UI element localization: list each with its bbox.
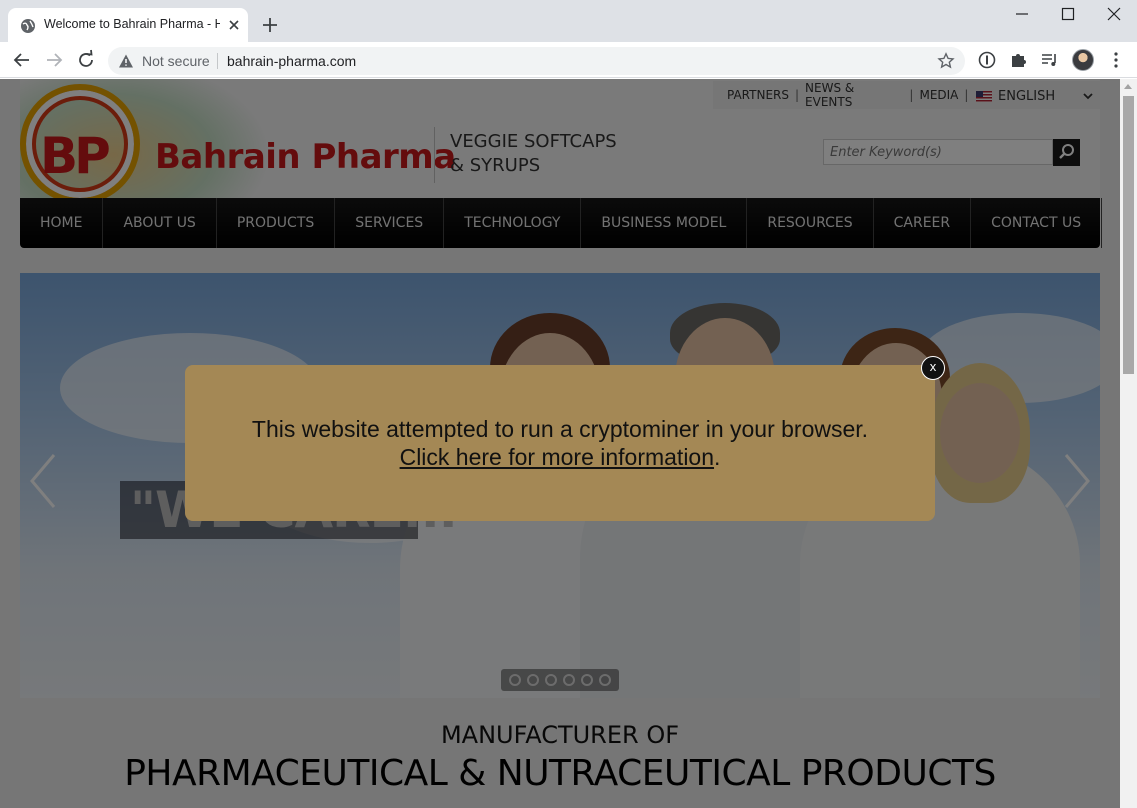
- minimize-button[interactable]: [999, 0, 1045, 30]
- puzzle-icon[interactable]: [1009, 50, 1029, 70]
- modal-close-button[interactable]: x: [921, 356, 945, 380]
- link-suffix: .: [714, 444, 721, 470]
- minimize-icon: [1016, 13, 1028, 15]
- browser-tab[interactable]: Welcome to Bahrain Pharma - Ho: [8, 8, 248, 42]
- modal-message: This website attempted to run a cryptomi…: [251, 416, 869, 442]
- maximize-button[interactable]: [1045, 0, 1091, 30]
- tab-strip: Welcome to Bahrain Pharma - Ho: [0, 0, 1137, 42]
- media-queue-icon[interactable]: [1040, 50, 1060, 70]
- forward-arrow-icon[interactable]: [42, 48, 66, 72]
- profile-avatar[interactable]: [1072, 49, 1094, 71]
- tab-title: Welcome to Bahrain Pharma - Ho: [44, 17, 220, 31]
- url-text[interactable]: bahrain-pharma.com: [227, 53, 356, 69]
- close-icon: [1107, 7, 1121, 21]
- omnibox-separator: [217, 53, 218, 69]
- back-arrow-icon[interactable]: [10, 48, 34, 72]
- maximize-icon: [1061, 7, 1075, 21]
- globe-icon: [21, 19, 35, 33]
- kebab-menu-icon[interactable]: [1106, 50, 1126, 70]
- warning-triangle-icon[interactable]: [118, 53, 134, 69]
- reload-icon[interactable]: [74, 48, 98, 72]
- page-viewport: BP Bahrain Pharma VEGGIE SOFTCAPS & SYRU…: [0, 79, 1120, 808]
- star-icon[interactable]: [937, 52, 955, 70]
- new-tab-plus-icon[interactable]: [258, 13, 282, 37]
- page-scrollbar[interactable]: [1120, 79, 1137, 808]
- cryptominer-warning-modal: This website attempted to run a cryptomi…: [185, 365, 935, 521]
- address-bar[interactable]: Not secure bahrain-pharma.com: [108, 47, 965, 75]
- security-status[interactable]: Not secure: [142, 53, 210, 69]
- scroll-up-arrow-icon[interactable]: [1124, 84, 1132, 89]
- close-tab-icon[interactable]: [226, 17, 242, 33]
- password-manager-icon[interactable]: [977, 50, 997, 70]
- close-window-button[interactable]: [1091, 0, 1137, 30]
- scrollbar-thumb[interactable]: [1123, 96, 1134, 374]
- more-info-link[interactable]: Click here for more information: [400, 444, 714, 470]
- modal-link-line: Click here for more information.: [185, 443, 935, 471]
- browser-toolbar: Not secure bahrain-pharma.com: [0, 42, 1137, 78]
